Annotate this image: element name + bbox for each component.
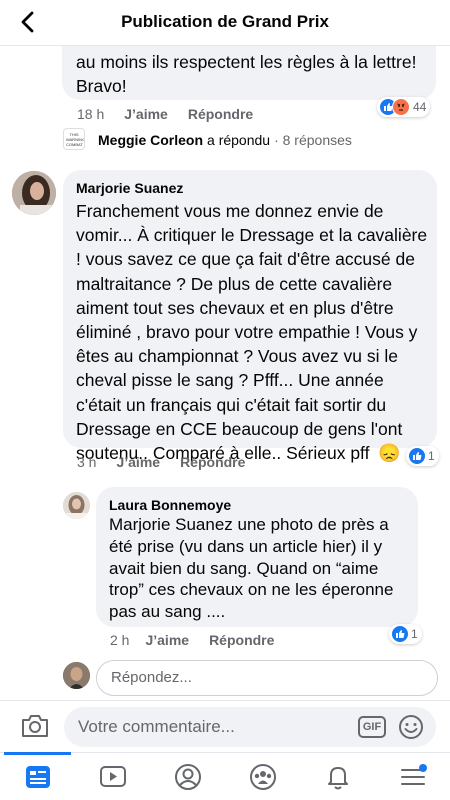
comment-bubble: Marjorie Suanez Franchement vous me donn… xyxy=(63,170,437,463)
reaction-count: 1 xyxy=(428,449,435,463)
like-reaction-icon xyxy=(408,447,426,465)
comment-time: 3 h xyxy=(77,454,97,470)
reaction-count: 1 xyxy=(411,627,418,641)
reply-link[interactable]: Répondre xyxy=(180,454,245,470)
tab-profile[interactable] xyxy=(150,753,225,800)
like-link[interactable]: J’aime xyxy=(145,632,189,648)
reply-link[interactable]: Répondre xyxy=(209,632,274,648)
angry-reaction-icon xyxy=(392,98,410,116)
comment-time: 2 h xyxy=(110,632,130,648)
reply-placeholder: Répondez... xyxy=(111,669,192,686)
bell-icon xyxy=(327,766,348,789)
reply-author[interactable]: Laura Bonnemoye xyxy=(109,497,231,513)
reaction-count: 44 xyxy=(413,100,427,114)
avatar[interactable]: THIS WARNING COMBAT xyxy=(63,128,85,150)
view-replies-link[interactable]: Meggie Corleon a répondu · 8 réponses xyxy=(98,132,352,148)
reply-bubble: Laura Bonnemoye Marjorie Suanez une phot… xyxy=(96,487,418,627)
comment-composer: Votre commentaire... GIF xyxy=(0,700,450,752)
gif-button[interactable]: GIF xyxy=(358,716,386,738)
emoji-button[interactable] xyxy=(398,714,424,740)
reply-text: Marjorie Suanez une photo de près a été … xyxy=(109,515,394,622)
comment-actions: 3 h J’aime Répondre xyxy=(77,454,245,470)
comment-author[interactable]: Marjorie Suanez xyxy=(76,180,183,196)
comment-input[interactable]: Votre commentaire... GIF xyxy=(64,707,436,747)
reply-action: a répondu xyxy=(207,132,271,148)
camera-icon xyxy=(22,715,48,737)
smiley-icon xyxy=(399,715,423,739)
comment-body: Franchement vous me donnez envie de vomi… xyxy=(76,201,428,464)
bottom-tab-bar xyxy=(0,752,450,800)
avatar[interactable] xyxy=(12,171,56,215)
camera-button[interactable] xyxy=(20,713,50,739)
tab-watch[interactable] xyxy=(75,753,150,800)
comment-time: 18 h xyxy=(77,106,105,122)
avatar[interactable] xyxy=(63,662,90,689)
comment-text: Franchement vous me donnez envie de vomi… xyxy=(76,199,428,465)
comment-placeholder: Votre commentaire... xyxy=(78,717,235,736)
avatar-text: THIS WARNING COMBAT xyxy=(66,131,85,147)
like-reaction-icon xyxy=(391,625,409,643)
tab-notifications[interactable] xyxy=(300,753,375,800)
groups-icon xyxy=(249,763,276,790)
reply-link[interactable]: Répondre xyxy=(188,106,253,122)
video-icon xyxy=(99,765,126,787)
reaction-summary[interactable]: 44 xyxy=(377,97,431,117)
top-bar: Publication de Grand Prix xyxy=(0,0,450,46)
tab-menu[interactable] xyxy=(375,753,450,800)
reply-author: Meggie Corleon xyxy=(98,132,204,148)
page-title: Publication de Grand Prix xyxy=(121,12,329,31)
comment-text-line: au moins ils respectent les règles à la … xyxy=(76,52,417,72)
like-link[interactable]: J’aime xyxy=(116,454,160,470)
profile-icon xyxy=(174,763,201,790)
sad-emoji-icon: 😞 xyxy=(378,443,401,464)
tab-news-feed[interactable] xyxy=(0,752,75,800)
reply-input[interactable]: Répondez... xyxy=(96,660,438,696)
reply-count: · 8 réponses xyxy=(274,132,352,148)
reaction-summary[interactable]: 1 xyxy=(389,624,422,644)
menu-icon xyxy=(400,763,427,785)
news-feed-icon xyxy=(25,765,50,788)
comment-actions: 2 h J’aime Répondre xyxy=(110,632,274,648)
comment-actions: 18 h J’aime Répondre xyxy=(77,106,253,122)
like-link[interactable]: J’aime xyxy=(124,106,168,122)
comment-text-line: Bravo! xyxy=(76,76,127,96)
tab-groups[interactable] xyxy=(225,753,300,800)
avatar[interactable] xyxy=(63,492,90,519)
reaction-summary[interactable]: 1 xyxy=(406,446,439,466)
